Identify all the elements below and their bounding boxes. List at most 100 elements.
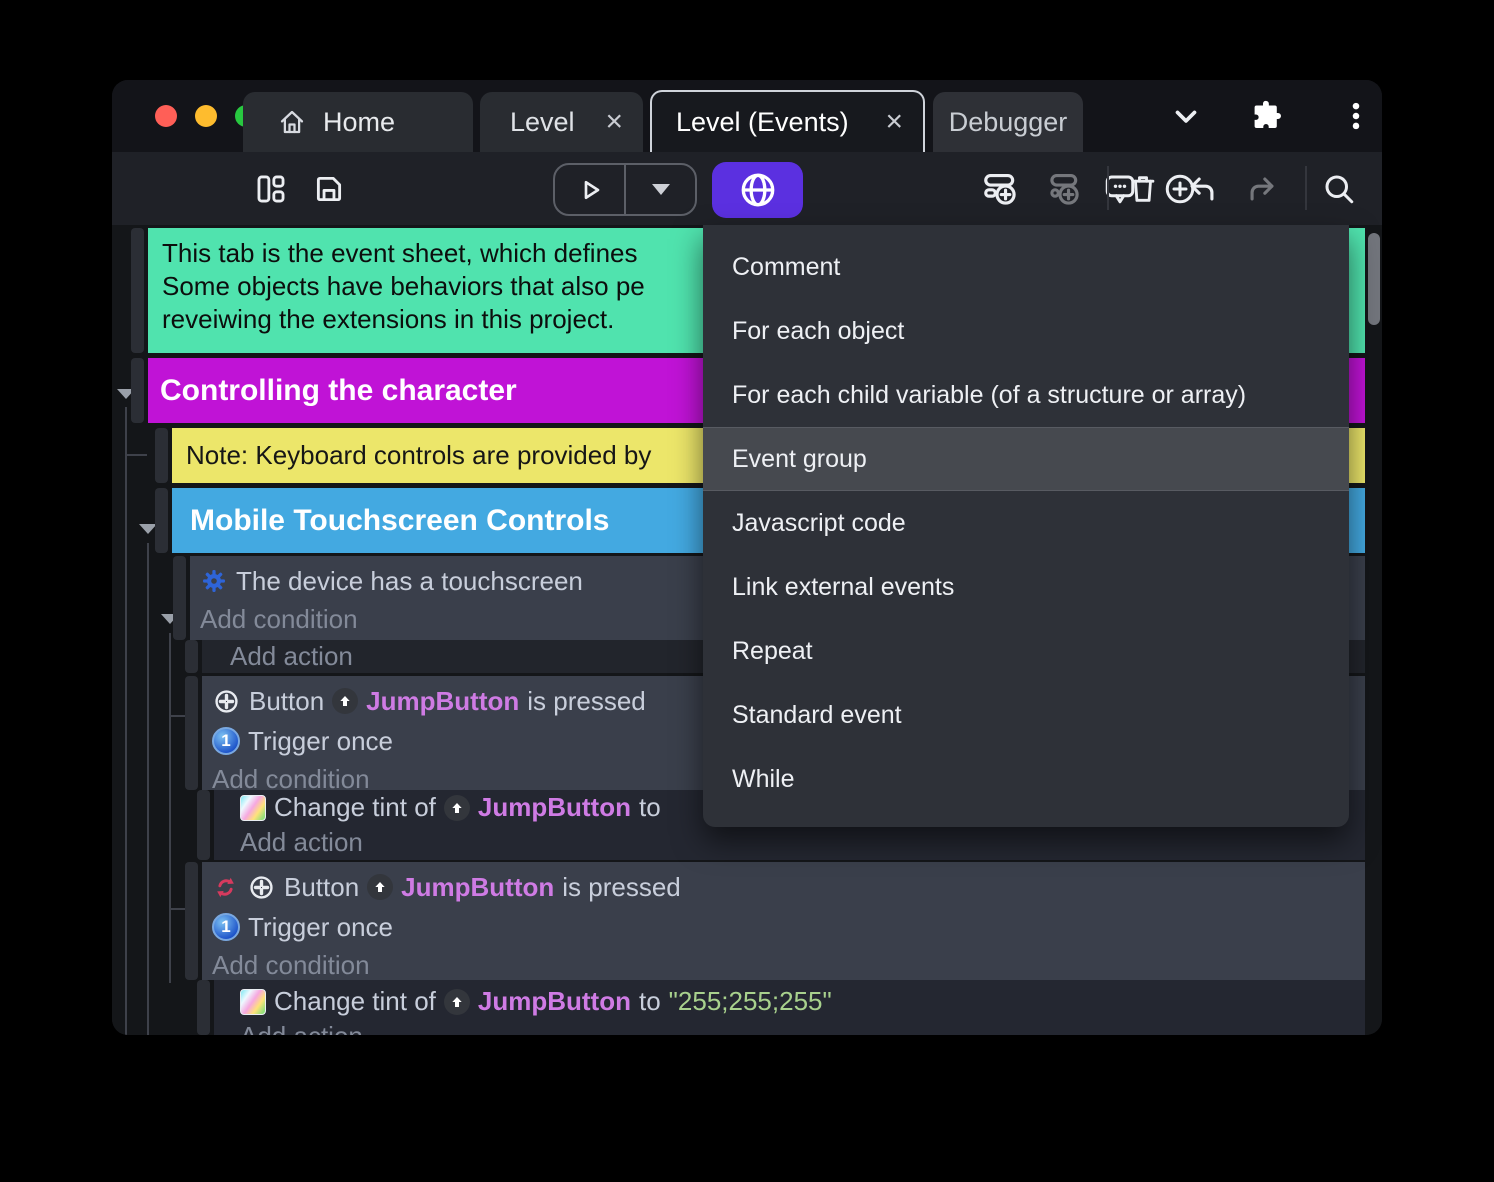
gear-icon [200,567,228,595]
tree-guide-tick [169,908,185,910]
undo-icon [1185,172,1219,206]
menu-item-while[interactable]: While [703,747,1349,811]
add-condition-link[interactable]: Add condition [212,947,1365,980]
preview-options-button[interactable] [626,165,695,214]
delete-icon [1126,172,1160,206]
instance-name: JumpButton [478,986,631,1017]
panels-button[interactable] [243,152,299,225]
close-tab-icon[interactable]: × [605,107,623,137]
add-event-context-menu: Comment For each object For each child v… [703,225,1349,827]
event-margin-bar [131,228,144,353]
trigger-once-icon: 1 [212,727,240,755]
event-margin-bar [185,862,198,980]
tint-icon [240,989,266,1015]
play-dropdown-caret [652,184,670,195]
group-title: Controlling the character [160,374,517,408]
vertical-scrollbar-thumb[interactable] [1368,233,1380,325]
button-dpad-icon [247,873,276,902]
action-row-change-tint[interactable]: Change tint of JumpButton to "255;255;25… [240,984,1365,1019]
add-subevent-icon [1044,170,1082,208]
add-action-link[interactable]: Add action [240,825,1365,860]
event-margin-bar [185,676,198,790]
search-icon [1321,171,1357,207]
event-margin-bar [131,358,144,423]
condition-text: is pressed [527,686,646,717]
panels-icon [254,172,288,206]
event-block-jumpbutton-not-pressed[interactable]: Button JumpButton is pressed 1 Trigger o… [202,862,1365,980]
menu-item-javascript-code[interactable]: Javascript code [703,491,1349,555]
addons-button[interactable] [1238,80,1294,152]
event-margin-bar [185,640,198,673]
add-subevent-button[interactable] [1035,152,1091,225]
event-margin-bar [173,556,186,640]
condition-text: is pressed [562,872,681,903]
instance-arrow-icon [367,874,393,900]
tab-label: Debugger [949,107,1068,138]
home-icon [277,107,307,137]
menu-item-comment[interactable]: Comment [703,235,1349,299]
tab-debugger[interactable]: Debugger [933,92,1083,152]
instance-name: JumpButton [401,872,554,903]
redo-button[interactable] [1234,152,1290,225]
tab-level-events[interactable]: Level (Events) × [650,90,925,152]
menu-item-repeat[interactable]: Repeat [703,619,1349,683]
invert-icon [212,874,239,901]
tab-bar: Home Level × Level (Events) × Debugger [112,80,1382,152]
delete-button[interactable] [1115,152,1171,225]
menu-item-for-each-object[interactable]: For each object [703,299,1349,363]
app-window: Home Level × Level (Events) × Debugger [112,80,1382,1035]
close-window-button[interactable] [155,105,177,127]
tree-guide-line [147,543,149,1035]
instance-name: JumpButton [366,686,519,717]
condition-text: Trigger once [248,726,393,757]
note-text: Note: Keyboard controls are provided by [186,440,651,471]
event-margin-bar [155,488,168,553]
tab-label: Home [323,107,395,138]
object-name: Button [284,872,359,903]
main-menu-button[interactable] [1328,80,1382,152]
event-margin-bar [197,790,210,860]
add-event-button[interactable] [972,152,1028,225]
condition-row[interactable]: Button JumpButton is pressed [212,867,1365,907]
group-title: Mobile Touchscreen Controls [190,504,610,538]
object-name: Button [249,686,324,717]
menu-item-standard-event[interactable]: Standard event [703,683,1349,747]
search-button[interactable] [1311,152,1367,225]
close-tab-icon[interactable]: × [885,107,903,137]
tab-label: Level (Events) [676,107,849,138]
event-margin-bar [197,980,210,1035]
condition-row[interactable]: 1 Trigger once [212,907,1365,947]
preview-globe-icon [737,169,779,211]
add-action-link[interactable]: Add action [240,1019,1365,1035]
tab-home[interactable]: Home [243,92,473,152]
toolbar [112,152,1382,225]
kebab-menu-icon [1339,99,1373,133]
action-text: Change tint of [274,792,436,823]
minimize-window-button[interactable] [195,105,217,127]
puzzle-addons-icon [1248,98,1284,134]
action-list: Change tint of JumpButton to "255;255;25… [214,980,1365,1035]
tab-label: Level [510,107,575,138]
tree-guide-tick [169,715,185,717]
tint-value: "255;255;255" [669,986,832,1017]
preview-play-button[interactable] [555,165,624,214]
save-button[interactable] [301,152,357,225]
menu-item-for-each-child-variable[interactable]: For each child variable (of a structure … [703,363,1349,427]
action-text: to [639,986,661,1017]
menu-item-event-group[interactable]: Event group [703,427,1349,491]
tree-guide-tick [125,454,147,456]
tab-list-dropdown-button[interactable] [1158,80,1214,152]
event-margin-bar [155,428,168,483]
preview-button-group [553,163,697,216]
save-icon [312,172,346,206]
tab-level[interactable]: Level × [480,92,643,152]
button-dpad-icon [212,687,241,716]
undo-button[interactable] [1174,152,1230,225]
action-text: to [639,792,661,823]
instance-arrow-icon [444,795,470,821]
remote-preview-button[interactable] [712,162,803,218]
tint-icon [240,795,266,821]
menu-item-link-external-events[interactable]: Link external events [703,555,1349,619]
instance-arrow-icon [332,688,358,714]
action-text: Change tint of [274,986,436,1017]
